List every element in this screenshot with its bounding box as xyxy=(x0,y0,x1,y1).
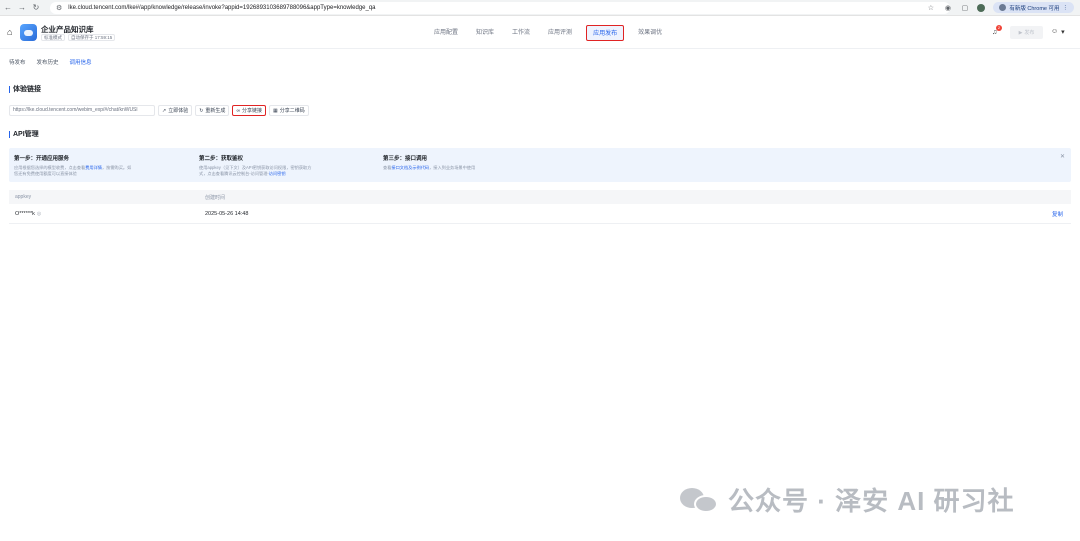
sub-tabs: 待发布 发布历史 调用信息 xyxy=(9,58,92,66)
browser-toolbar: ← → ↻ ⚙ lke.cloud.tencent.com/lke#/app/k… xyxy=(0,0,1080,16)
qr-code-icon: ▦ xyxy=(273,107,278,114)
reload-icon[interactable]: ↻ xyxy=(30,2,42,14)
regenerate-label: 重新生成 xyxy=(205,108,226,114)
nav-app-publish[interactable]: 应用发布 xyxy=(586,25,625,41)
autosave-tag: 自动保存于 17:59:15 xyxy=(68,34,116,41)
step-3-desc: 查看接口文档及示例代码，接入到业务场景中使用 xyxy=(383,165,476,170)
back-icon[interactable]: ← xyxy=(2,2,14,14)
step-2: 第二步：获取鉴权 使用appkey（见下文）及API密钥获取访问权限，密钥获取方… xyxy=(199,154,319,177)
extension-icon[interactable]: ◉ xyxy=(943,3,952,12)
header-created: 创建时间 xyxy=(205,194,226,201)
table-header: appkey 创建时间 xyxy=(9,190,1071,204)
step-2-title: 第二步：获取鉴权 xyxy=(199,156,244,162)
regenerate-button[interactable]: ↻ 重新生成 xyxy=(195,105,230,116)
step-1: 第一步：开通应用服务 应用根据您选择的模型收费，点击查看费用详情，按需购买。如您… xyxy=(14,154,134,177)
chrome-update-button[interactable]: 有新版 Chrome 可用 ⋮ xyxy=(993,2,1074,13)
created-cell: 2025-05-26 14:48 xyxy=(205,210,249,217)
step-1-desc: 应用根据您选择的模型收费，点击查看费用详情，按需购买。如您还有免费使用额度可以直… xyxy=(14,165,132,176)
site-settings-icon[interactable]: ⚙ xyxy=(56,4,62,12)
nav-knowledge-base[interactable]: 知识库 xyxy=(472,25,498,41)
eye-icon[interactable]: ◎ xyxy=(37,211,41,217)
profile-avatar[interactable] xyxy=(977,3,986,12)
browser-actions: ☆ ◉ ▢ 有新版 Chrome 可用 ⋮ xyxy=(926,2,1074,13)
play-icon: ▶ xyxy=(1018,29,1023,36)
access-key-link[interactable]: 访问密钥 xyxy=(269,171,286,176)
copy-button[interactable]: 复制 xyxy=(1041,210,1071,218)
nav-app-evaluation[interactable]: 应用评测 xyxy=(544,25,576,41)
watermark-text: 公众号 · 泽安 AI 研习社 xyxy=(728,486,1015,516)
api-section-title: API管理 xyxy=(9,131,39,138)
experience-section-title: 体验链接 xyxy=(9,86,41,93)
top-nav: 应用配置 知识库 工作流 应用评测 应用发布 效果调优 xyxy=(430,25,666,41)
app-header: ⌂ 企业产品知识库 标准模式 自动保存于 17:59:15 应用配置 知识库 工… xyxy=(0,17,1080,49)
address-bar[interactable]: ⚙ lke.cloud.tencent.com/lke#/app/knowled… xyxy=(50,2,950,14)
url-text: lke.cloud.tencent.com/lke#/app/knowledge… xyxy=(68,5,376,11)
share-qr-label: 分享二维码 xyxy=(279,108,305,114)
billing-details-link[interactable]: 费用详情 xyxy=(85,165,102,170)
step-1-title: 第一步：开通应用服务 xyxy=(14,156,70,162)
tab-pending-publish[interactable]: 待发布 xyxy=(9,58,26,66)
open-experience-button[interactable]: ↗ 立即体验 xyxy=(158,105,193,116)
share-qr-button[interactable]: ▦ 分享二维码 xyxy=(269,105,309,116)
app-logo-icon xyxy=(20,24,37,41)
tab-publish-history[interactable]: 发布历史 xyxy=(37,58,59,66)
appkey-value: O******k xyxy=(15,210,35,217)
step-3: 第三步：接口调用 查看接口文档及示例代码，接入到业务场景中使用 xyxy=(383,154,503,171)
publish-button-label: 发布 xyxy=(1024,30,1035,36)
appkey-cell: O******k ◎ xyxy=(9,211,205,217)
external-link-icon: ↗ xyxy=(162,107,167,114)
link-icon: ∞ xyxy=(236,107,241,114)
tab-search-icon[interactable]: ▢ xyxy=(960,3,969,12)
bookmark-star-icon[interactable]: ☆ xyxy=(926,3,935,12)
wechat-icon xyxy=(678,485,720,515)
app-tags: 标准模式 自动保存于 17:59:15 xyxy=(41,34,116,41)
forward-icon[interactable]: → xyxy=(16,2,28,14)
share-link-label: 分享链接 xyxy=(242,108,263,114)
experience-url-field[interactable]: https://lke.cloud.tencent.com/webim_exp/… xyxy=(9,105,155,116)
nav-tuning[interactable]: 效果调优 xyxy=(634,25,666,41)
nav-app-config[interactable]: 应用配置 xyxy=(430,25,462,41)
publish-button[interactable]: ▶ 发布 xyxy=(1010,26,1043,39)
refresh-icon: ↻ xyxy=(199,107,204,114)
user-icon: ☺ xyxy=(1051,28,1059,35)
nav-workflow[interactable]: 工作流 xyxy=(508,25,534,41)
step-3-title: 第三步：接口调用 xyxy=(383,156,428,162)
account-avatar-icon xyxy=(999,4,1007,11)
header-appkey: appkey xyxy=(15,194,32,200)
tab-invoke-info[interactable]: 调用信息 xyxy=(70,58,92,66)
step-2-desc: 使用appkey（见下文）及API密钥获取访问权限，密钥获取方式，点击查看腾讯云… xyxy=(199,165,312,176)
api-steps-panel: 第一步：开通应用服务 应用根据您选择的模型收费，点击查看费用详情，按需购买。如您… xyxy=(9,148,1071,182)
chevron-down-icon: ▾ xyxy=(1061,29,1065,36)
watermark: 公众号 · 泽安 AI 研习社 xyxy=(678,481,1015,518)
home-icon[interactable]: ⌂ xyxy=(7,27,12,37)
mode-tag: 标准模式 xyxy=(41,34,65,41)
share-link-button[interactable]: ∞ 分享链接 xyxy=(232,105,267,116)
api-docs-link[interactable]: 接口文档及示例代码 xyxy=(391,165,429,170)
chrome-update-label: 有新版 Chrome 可用 xyxy=(1009,5,1060,12)
user-menu[interactable]: ☺ ▾ xyxy=(1051,28,1065,36)
table-row: O******k ◎ 2025-05-26 14:48 复制 xyxy=(9,204,1071,224)
notification-badge: 2 xyxy=(996,25,1002,31)
open-experience-label: 立即体验 xyxy=(168,108,189,114)
appkey-table: appkey 创建时间 O******k ◎ 2025-05-26 14:48 复… xyxy=(9,190,1071,224)
more-menu-icon: ⋮ xyxy=(1062,4,1069,11)
close-icon[interactable]: ✕ xyxy=(1060,153,1065,160)
experience-link-row: https://lke.cloud.tencent.com/webim_exp/… xyxy=(9,105,309,116)
